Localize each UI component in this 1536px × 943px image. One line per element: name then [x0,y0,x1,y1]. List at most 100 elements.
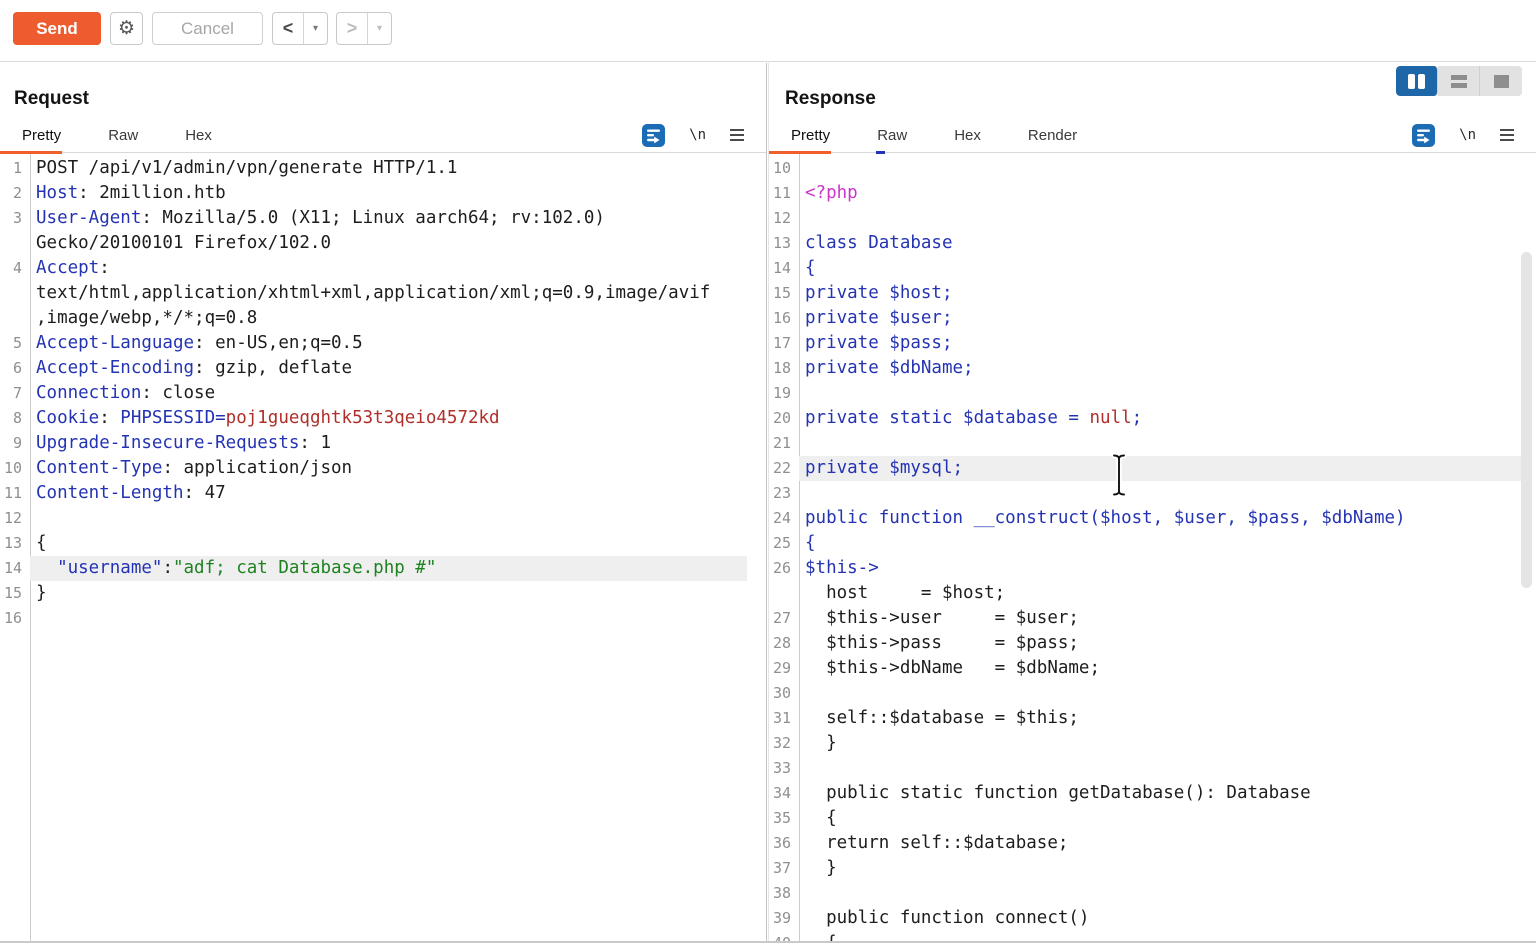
tab-render[interactable]: Render [1028,127,1077,144]
line-content[interactable] [799,431,1521,456]
line-content[interactable]: Accept-Language: en-US,en;q=0.5 [30,331,747,356]
code-line: 30 [769,681,1521,706]
line-content[interactable]: Connection: close [30,381,747,406]
code-line: 3User-Agent: Mozilla/5.0 (X11; Linux aar… [0,206,747,231]
line-number: 16 [769,306,799,331]
line-content[interactable]: private $user; [799,306,1521,331]
line-content[interactable] [799,206,1521,231]
send-button[interactable]: Send [13,12,101,45]
pretty-format-icon[interactable] [642,124,665,147]
line-content[interactable]: public function __construct($host, $user… [799,506,1521,531]
tab-pretty[interactable]: Pretty [791,127,830,144]
chevron-down-icon: ▾ [377,23,382,34]
line-content[interactable]: Accept: [30,256,747,281]
line-content[interactable]: <?php [799,181,1521,206]
response-panel: Response PrettyRawHexRender \n 1011<?php… [769,63,1536,943]
line-number: 38 [769,881,799,906]
line-content[interactable]: private static $database = null; [799,406,1521,431]
line-content[interactable] [799,381,1521,406]
tab-raw[interactable]: Raw [108,127,138,144]
line-number: 22 [769,456,799,481]
line-content[interactable]: public static function getDatabase(): Da… [799,781,1521,806]
line-content[interactable] [799,156,1521,181]
line-content[interactable]: host = $host; [799,581,1521,606]
line-content[interactable]: { [799,931,1521,943]
line-content[interactable]: private $pass; [799,331,1521,356]
tab-pretty[interactable]: Pretty [22,127,61,144]
line-content[interactable]: "username":"adf; cat Database.php #" [30,556,747,581]
line-content[interactable]: Upgrade-Insecure-Requests: 1 [30,431,747,456]
code-line: 28 $this->pass = $pass; [769,631,1521,656]
line-content[interactable] [799,481,1521,506]
line-content[interactable]: { [799,806,1521,831]
layout-columns-button[interactable] [1396,66,1438,96]
line-content[interactable] [799,681,1521,706]
line-content[interactable]: } [799,731,1521,756]
line-number: 27 [769,606,799,631]
line-content[interactable]: Cookie: PHPSESSID=poj1gueqghtk53t3qeio45… [30,406,747,431]
cancel-button[interactable]: Cancel [152,12,263,45]
line-content[interactable]: { [799,256,1521,281]
code-line: 9Upgrade-Insecure-Requests: 1 [0,431,747,456]
line-content[interactable]: $this->user = $user; [799,606,1521,631]
line-content[interactable]: text/html,application/xhtml+xml,applicat… [30,281,747,306]
line-number: 11 [769,181,799,206]
line-content[interactable]: } [799,856,1521,881]
editor-menu-icon[interactable] [730,129,744,141]
line-number: 17 [769,331,799,356]
request-editor[interactable]: 1POST /api/v1/admin/vpn/generate HTTP/1.… [0,154,766,943]
line-content[interactable]: public function connect() [799,906,1521,931]
line-content[interactable] [799,881,1521,906]
line-content[interactable]: private $mysql; [799,456,1521,481]
line-content[interactable]: class Database [799,231,1521,256]
line-content[interactable]: { [799,531,1521,556]
pretty-format-icon[interactable] [1412,124,1435,147]
line-number: 29 [769,656,799,681]
line-content[interactable]: return self::$database; [799,831,1521,856]
toolbar: Send ⚙ Cancel < ▾ > ▾ [0,0,1536,62]
line-content[interactable]: POST /api/v1/admin/vpn/generate HTTP/1.1 [30,156,747,181]
line-content[interactable]: Gecko/20100101 Firefox/102.0 [30,231,747,256]
tab-hex[interactable]: Hex [954,127,981,144]
line-number: 15 [0,581,30,606]
line-content[interactable]: User-Agent: Mozilla/5.0 (X11; Linux aarc… [30,206,747,231]
line-content[interactable] [30,606,747,631]
line-content[interactable]: { [30,531,747,556]
line-content[interactable]: Host: 2million.htb [30,181,747,206]
response-editor[interactable]: 1011<?php1213class Database14{15private … [769,154,1536,943]
settings-gear-button[interactable]: ⚙ [110,12,143,45]
line-number: 28 [769,631,799,656]
show-newlines-toggle-icon[interactable]: \n [1459,127,1476,143]
history-back-button-group: < ▾ [272,12,328,45]
layout-single-button[interactable] [1480,66,1522,96]
response-scrollbar-thumb[interactable] [1521,252,1532,588]
line-content[interactable]: Content-Length: 47 [30,481,747,506]
tab-hex[interactable]: Hex [185,127,212,144]
line-number: 2 [0,181,30,206]
line-content[interactable]: self::$database = $this; [799,706,1521,731]
show-newlines-toggle-icon[interactable]: \n [689,127,706,143]
forward-dropdown-button[interactable]: ▾ [367,13,391,44]
line-content[interactable]: private $dbName; [799,356,1521,381]
line-content[interactable]: $this-> [799,556,1521,581]
back-button[interactable]: < [273,13,303,44]
line-content[interactable]: private $host; [799,281,1521,306]
line-content[interactable]: Accept-Encoding: gzip, deflate [30,356,747,381]
line-content[interactable]: $this->pass = $pass; [799,631,1521,656]
line-content[interactable] [799,756,1521,781]
tab-raw[interactable]: Raw [877,127,907,144]
columns-layout-icon [1408,74,1425,89]
code-line: 16private $user; [769,306,1521,331]
line-number: 10 [769,156,799,181]
line-content[interactable]: Content-Type: application/json [30,456,747,481]
layout-rows-button[interactable] [1438,66,1480,96]
line-number: 35 [769,806,799,831]
line-content[interactable]: $this->dbName = $dbName; [799,656,1521,681]
line-content[interactable]: ,image/webp,*/*;q=0.8 [30,306,747,331]
line-content[interactable]: } [30,581,747,606]
line-content[interactable] [30,506,747,531]
line-number [0,281,30,306]
forward-button[interactable]: > [337,13,367,44]
editor-menu-icon[interactable] [1500,129,1514,141]
back-dropdown-button[interactable]: ▾ [303,13,327,44]
